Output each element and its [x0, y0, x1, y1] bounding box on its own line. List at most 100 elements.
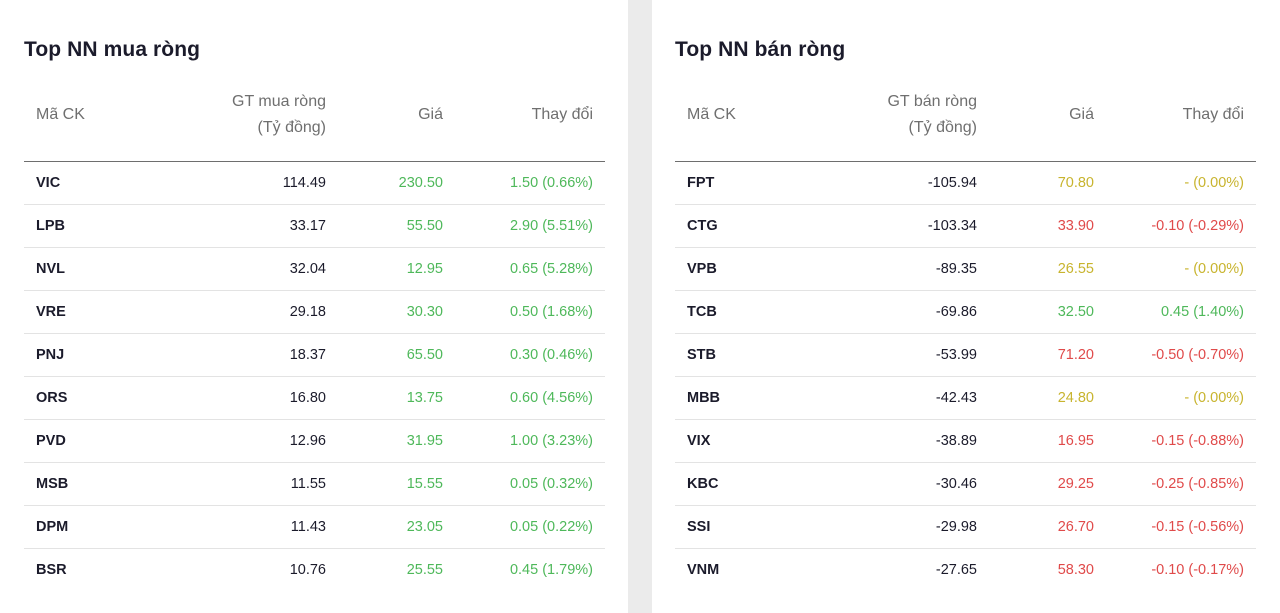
row-change: 1.00 (3.23%) [455, 419, 605, 463]
row-price: 31.95 [338, 419, 455, 463]
table-row[interactable]: MBB -42.43 24.80- (0.00%) [675, 376, 1256, 420]
top-net-sell-panel: Top NN bán ròng Mã CK GT bán ròng (Tỷ đồ… [652, 0, 1280, 613]
row-change: -0.15 (-0.56%) [1106, 505, 1256, 549]
table-row[interactable]: PNJ 18.37 65.50 0.30 (0.46%) [24, 333, 605, 377]
row-price: 26.55 [989, 247, 1106, 291]
row-value: 29.18 [144, 290, 338, 334]
table-row[interactable]: TCB -69.86 32.50 0.45 (1.40%) [675, 290, 1256, 334]
row-price: 70.80 [989, 161, 1106, 205]
row-change: 0.65 (5.28%) [455, 247, 605, 291]
row-symbol[interactable]: VNM [675, 548, 795, 591]
row-symbol[interactable]: CTG [675, 204, 795, 248]
row-value: 10.76 [289, 561, 326, 578]
table-row[interactable]: NVL 32.04 12.95 0.65 (5.28%) [24, 247, 605, 291]
header-net-sell-value: GT bán ròng (Tỷ đồng) [795, 70, 989, 162]
row-price: 15.55 [338, 462, 455, 506]
row-value: 11.43 [144, 505, 338, 549]
table-row[interactable]: DPM 11.43 23.05 0.05 (0.22%) [24, 505, 605, 549]
row-value: -30.46 [795, 462, 989, 506]
row-value: 33.17 [144, 204, 338, 248]
row-change: -0.50 (-0.70%) [1106, 333, 1256, 377]
row-symbol[interactable]: VIX [675, 419, 795, 463]
row-change: 0.45 (1.40%) [1106, 290, 1256, 334]
row-symbol[interactable]: SSI [675, 505, 795, 549]
row-change: 0.60 (4.56%) [455, 376, 605, 420]
row-symbol[interactable]: BSR [24, 548, 144, 591]
row-symbol[interactable]: DPM [24, 505, 144, 549]
table-row[interactable]: FPT -105.94 70.80- (0.00%) [675, 161, 1256, 205]
table-row[interactable]: CTG -103.34 33.90 -0.10 (-0.29%) [675, 204, 1256, 248]
row-change: -0.10 (-0.29%) [1106, 204, 1256, 248]
top-net-sell-rows: FPT -105.94 70.80- (0.00%) CTG -103.34 33.90… [675, 161, 1256, 591]
row-symbol[interactable]: VRE [24, 290, 144, 334]
row-value: 18.37 [144, 333, 338, 377]
row-change: - (0.00%) [1106, 247, 1256, 291]
table-row[interactable]: LPB 33.17 55.50 2.90 (5.51%) [24, 204, 605, 248]
header-price: Giá [989, 70, 1106, 162]
table-row[interactable]: SSI -29.98 26.70 -0.15 (-0.56%) [675, 505, 1256, 549]
row-value: -89.35 [795, 247, 989, 291]
row-value: -53.99 [795, 333, 989, 377]
row-change: -0.10 (-0.17%) [1151, 561, 1244, 578]
row-value: 32.04 [144, 247, 338, 291]
row-symbol[interactable]: KBC [675, 462, 795, 506]
row-price: 16.95 [989, 419, 1106, 463]
row-change: 0.30 (0.46%) [455, 333, 605, 377]
table-row[interactable]: PVD 12.96 31.95 1.00 (3.23%) [24, 419, 605, 463]
row-value: -27.65 [935, 561, 977, 578]
row-price: 29.25 [989, 462, 1106, 506]
top-net-sell-title: Top NN bán ròng [675, 38, 846, 61]
row-price: 24.80 [989, 376, 1106, 420]
table-row[interactable]: VPB -89.35 26.55- (0.00%) [675, 247, 1256, 291]
row-price: 25.55 [406, 561, 443, 578]
row-symbol[interactable]: ORS [24, 376, 144, 420]
table-row[interactable]: STB -53.99 71.20 -0.50 (-0.70%) [675, 333, 1256, 377]
header-change: Thay đổi [1106, 70, 1256, 162]
row-value: -29.98 [795, 505, 989, 549]
table-row[interactable]: ORS 16.80 13.75 0.60 (4.56%) [24, 376, 605, 420]
row-price: 23.05 [338, 505, 455, 549]
row-change: 0.05 (0.32%) [455, 462, 605, 506]
row-value: 16.80 [144, 376, 338, 420]
row-symbol[interactable]: VPB [675, 247, 795, 291]
table-row[interactable]: BSR 10.76 25.55 0.45 (1.79%) [24, 548, 605, 591]
row-symbol[interactable]: MBB [675, 376, 795, 420]
dashboard: Top NN mua ròng Mã CK GT mua ròng (Tỷ đồ… [0, 0, 1280, 613]
row-price: 230.50 [338, 161, 455, 205]
row-change: - (0.00%) [1106, 161, 1256, 205]
table-header-row: Mã CK GT mua ròng (Tỷ đồng) Giá Thay đổi [24, 70, 605, 162]
table-row[interactable]: VIX -38.89 16.95 -0.15 (-0.88%) [675, 419, 1256, 463]
row-symbol[interactable]: TCB [675, 290, 795, 334]
table-row[interactable]: VRE 29.18 30.30 0.50 (1.68%) [24, 290, 605, 334]
row-change: 2.90 (5.51%) [455, 204, 605, 248]
row-change: 0.05 (0.22%) [455, 505, 605, 549]
row-value: 11.55 [144, 462, 338, 506]
row-symbol[interactable]: VIC [24, 161, 144, 205]
row-price: 33.90 [989, 204, 1106, 248]
table-row[interactable]: VNM -27.65 58.30 -0.10 (-0.17%) [675, 548, 1256, 591]
row-symbol[interactable]: FPT [675, 161, 795, 205]
row-change: 0.45 (1.79%) [509, 561, 593, 578]
row-symbol[interactable]: PVD [24, 419, 144, 463]
header-net-sell-value-line2: (Tỷ đồng) [908, 119, 977, 137]
row-symbol[interactable]: MSB [24, 462, 144, 506]
header-net-buy-value: GT mua ròng (Tỷ đồng) [144, 70, 338, 162]
row-change: 1.50 (0.66%) [455, 161, 605, 205]
row-change: -0.15 (-0.88%) [1106, 419, 1256, 463]
table-row[interactable]: KBC -30.46 29.25 -0.25 (-0.85%) [675, 462, 1256, 506]
header-price: Giá [338, 70, 455, 162]
table-row[interactable]: MSB 11.55 15.55 0.05 (0.32%) [24, 462, 605, 506]
row-value: -69.86 [795, 290, 989, 334]
row-value: 12.96 [144, 419, 338, 463]
row-value: -38.89 [795, 419, 989, 463]
row-value: -105.94 [795, 161, 989, 205]
row-price: 12.95 [338, 247, 455, 291]
row-price: 32.50 [989, 290, 1106, 334]
row-symbol[interactable]: STB [675, 333, 795, 377]
row-symbol[interactable]: LPB [24, 204, 144, 248]
header-change: Thay đổi [455, 70, 605, 162]
table-row[interactable]: VIC 114.49 230.50 1.50 (0.66%) [24, 161, 605, 205]
row-symbol[interactable]: PNJ [24, 333, 144, 377]
top-net-buy-table: Mã CK GT mua ròng (Tỷ đồng) Giá Thay đổi… [24, 70, 605, 591]
row-symbol[interactable]: NVL [24, 247, 144, 291]
